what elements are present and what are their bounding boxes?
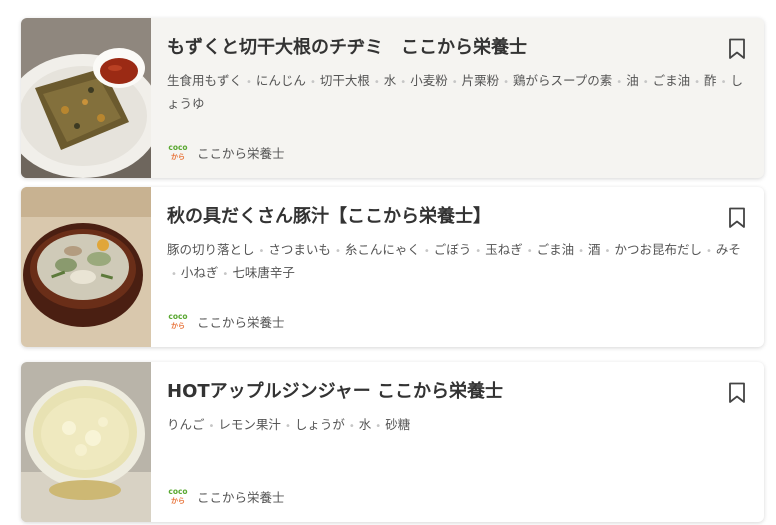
ingredient: にんじん — [242, 73, 306, 88]
recipe-card[interactable]: HOTアップルジンジャー ここから栄養士 りんごレモン果汁しょうが水砂糖 coc… — [21, 362, 764, 522]
ingredient: 砂糖 — [371, 417, 410, 432]
author-logo-icon: coco から — [168, 487, 187, 505]
bookmark-icon[interactable] — [728, 382, 746, 404]
ingredient-list: 豚の切り落としさつまいも糸こんにゃくごぼう玉ねぎごま油酒かつお昆布だしみそ小ねぎ… — [167, 239, 744, 285]
author-logo-icon: coco から — [168, 143, 187, 161]
ingredient: しょうが — [281, 417, 345, 432]
ingredient: 酒 — [574, 242, 600, 257]
ingredient: みそ — [702, 242, 741, 257]
ingredient: かつお昆布だし — [601, 242, 702, 257]
recipe-thumbnail-chijimi[interactable] — [21, 18, 151, 178]
ingredient: 水 — [370, 73, 396, 88]
author[interactable]: coco から ここから栄養士 — [167, 486, 285, 506]
ingredient: 豚の切り落とし — [167, 242, 255, 257]
ingredient: ごぼう — [420, 242, 471, 257]
recipe-card[interactable]: もずくと切干大根のチヂミ ここから栄養士 生食用もずくにんじん切干大根水小麦粉片… — [21, 18, 764, 178]
recipe-card-body: もずくと切干大根のチヂミ ここから栄養士 生食用もずくにんじん切干大根水小麦粉片… — [167, 18, 764, 178]
author[interactable]: coco から ここから栄養士 — [167, 142, 285, 162]
svg-text:coco: coco — [168, 487, 187, 496]
recipe-list: もずくと切干大根のチヂミ ここから栄養士 生食用もずくにんじん切干大根水小麦粉片… — [0, 0, 776, 525]
author-name[interactable]: ここから栄養士 — [197, 143, 285, 162]
recipe-thumbnail-tonjiru[interactable] — [21, 187, 151, 347]
ingredient: 片栗粉 — [448, 73, 499, 88]
recipe-thumbnail-apple-ginger[interactable] — [21, 362, 151, 522]
author-name[interactable]: ここから栄養士 — [197, 487, 285, 506]
ingredient: 酢 — [690, 73, 716, 88]
bookmark-icon[interactable] — [728, 38, 746, 60]
recipe-card-body: 秋の具だくさん豚汁【ここから栄養士】 豚の切り落としさつまいも糸こんにゃくごぼう… — [167, 187, 764, 347]
ingredient: りんご — [167, 417, 205, 432]
recipe-title[interactable]: もずくと切干大根のチヂミ ここから栄養士 — [167, 36, 714, 60]
ingredient: さつまいも — [255, 242, 331, 257]
ingredient-list: りんごレモン果汁しょうが水砂糖 — [167, 414, 744, 437]
svg-text:から: から — [171, 497, 185, 505]
ingredient: 小ねぎ — [167, 265, 218, 280]
ingredient: 油 — [612, 73, 638, 88]
bookmark-icon[interactable] — [728, 207, 746, 229]
ingredient-list: 生食用もずくにんじん切干大根水小麦粉片栗粉鶏がらスープの素油ごま油酢しょうゆ — [167, 70, 744, 114]
author-logo-icon: coco から — [168, 312, 187, 330]
recipe-card[interactable]: 秋の具だくさん豚汁【ここから栄養士】 豚の切り落としさつまいも糸こんにゃくごぼう… — [21, 187, 764, 347]
ingredient: 小麦粉 — [396, 73, 447, 88]
ingredient: ごま油 — [523, 242, 574, 257]
ingredient: 生食用もずく — [167, 73, 243, 88]
svg-text:coco: coco — [168, 312, 187, 321]
ingredient: レモン果汁 — [205, 417, 281, 432]
svg-text:から: から — [171, 153, 185, 161]
ingredient: 鶏がらスープの素 — [499, 73, 612, 88]
svg-text:coco: coco — [168, 143, 187, 152]
ingredient: 水 — [345, 417, 371, 432]
ingredient: 糸こんにゃく — [331, 242, 420, 257]
author-name[interactable]: ここから栄養士 — [197, 312, 285, 331]
ingredient: ごま油 — [639, 73, 690, 88]
svg-text:から: から — [171, 322, 185, 330]
ingredient: 七味唐辛子 — [218, 265, 294, 280]
recipe-title[interactable]: 秋の具だくさん豚汁【ここから栄養士】 — [167, 205, 714, 229]
author[interactable]: coco から ここから栄養士 — [167, 311, 285, 331]
recipe-card-body: HOTアップルジンジャー ここから栄養士 りんごレモン果汁しょうが水砂糖 coc… — [167, 362, 764, 522]
ingredient: 玉ねぎ — [471, 242, 522, 257]
recipe-title[interactable]: HOTアップルジンジャー ここから栄養士 — [167, 380, 714, 404]
ingredient: 切干大根 — [306, 73, 370, 88]
